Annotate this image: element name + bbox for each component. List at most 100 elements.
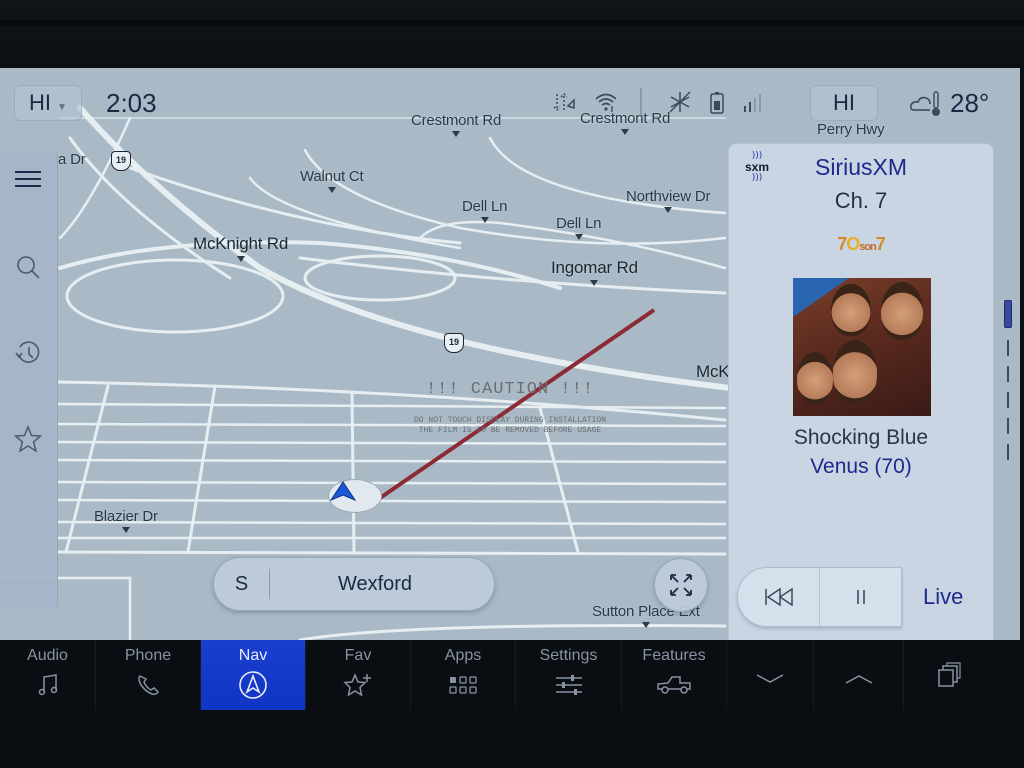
scrollbar-tick	[1007, 340, 1009, 356]
scrollbar-tick	[1007, 366, 1009, 382]
traffic-arrows-icon	[552, 90, 576, 119]
outside-temperature: 28°	[950, 88, 990, 118]
recent-apps-icon	[938, 662, 961, 687]
track-artist: Shocking Blue	[793, 426, 929, 449]
truck-icon	[657, 676, 691, 694]
road-label-ingomar-rd: Ingomar Rd	[551, 258, 638, 286]
apps-grid-icon	[449, 676, 477, 694]
hamburger-menu-icon	[15, 171, 41, 187]
map-side-panel	[0, 151, 58, 609]
nav-item-fav[interactable]: Fav	[306, 640, 411, 710]
scrollbar-tick	[1007, 392, 1009, 408]
history-icon	[15, 341, 40, 363]
nav-label: Features	[642, 647, 706, 664]
nav-item-audio[interactable]: Audio	[0, 640, 96, 710]
climate-driver-button[interactable]: HI ▼	[14, 85, 82, 121]
chevron-up-icon	[845, 675, 872, 684]
nav-item-nav[interactable]: Nav	[201, 640, 306, 710]
live-button[interactable]: Live	[923, 584, 963, 610]
rewind-button[interactable]	[738, 568, 819, 626]
road-label-mcknight-partial: McK	[696, 362, 730, 381]
clock: 2:03	[106, 88, 157, 118]
heading-indicator: S	[214, 569, 270, 599]
road-label-perry-hwy: Perry Hwy	[817, 121, 885, 138]
road-label-mcknight-rd: McKnight Rd	[193, 234, 288, 262]
menu-button[interactable]	[8, 159, 48, 199]
road	[58, 116, 132, 240]
search-button[interactable]	[8, 247, 48, 287]
climate-driver-value: HI	[29, 90, 52, 115]
chevron-down-icon	[756, 674, 784, 683]
playback-controls	[737, 567, 902, 627]
scrollbar[interactable]	[1004, 300, 1012, 470]
nav-item-settings[interactable]: Settings	[516, 640, 622, 710]
nav-label: Audio	[27, 647, 68, 664]
album-face	[797, 352, 833, 404]
road-label-dell-ln: Dell Ln	[462, 198, 507, 223]
wifi-icon	[594, 90, 618, 119]
audio-now-playing-card[interactable]: ))) sxm ))) SiriusXM Ch. 7 7Oson7 Shocki…	[728, 143, 994, 640]
album-face	[833, 340, 877, 404]
weather-cloud-thermometer-icon	[910, 90, 942, 123]
sliders-icon	[555, 675, 582, 695]
battery-icon	[709, 91, 725, 120]
road-label-dell-ln: Dell Ln	[556, 215, 601, 240]
scrollbar-thumb[interactable]	[1004, 300, 1012, 328]
road-label-partial: a Dr	[58, 151, 86, 168]
expand-map-button[interactable]	[654, 558, 708, 612]
road-label-crestmont: Crestmont Rd	[411, 112, 501, 137]
road	[56, 520, 727, 526]
favorites-button[interactable]	[8, 419, 48, 459]
nav-item-features[interactable]: Features	[622, 640, 727, 710]
album-art	[793, 278, 931, 416]
navigation-arrow-icon	[329, 481, 357, 502]
signal-strength-icon	[742, 92, 766, 119]
pause-icon	[856, 590, 865, 604]
destination-bar[interactable]: S Wexford	[213, 557, 495, 611]
scrollbar-tick	[1007, 418, 1009, 434]
caution-line-1: DO NOT TOUCH DISPLAY DURING INSTALLATION	[413, 416, 607, 425]
rewind-icon	[764, 588, 793, 606]
nav-item-apps[interactable]: Apps	[411, 640, 516, 710]
defrost-off-icon	[668, 90, 692, 119]
nav-label: Phone	[124, 647, 172, 664]
road-label-blazier-dr: Blazier Dr	[94, 508, 158, 533]
star-plus-icon	[343, 673, 371, 697]
audio-source: SiriusXM	[814, 154, 907, 180]
scroll-up-button[interactable]	[814, 640, 904, 710]
bottom-navigation-bar: Audio Phone Nav Fav Apps Settings Featur…	[0, 640, 1024, 768]
road	[186, 384, 217, 554]
road-label-walnut-ct: Walnut Ct	[300, 168, 364, 193]
road-mcknight	[58, 240, 562, 290]
recent-destinations-button[interactable]	[8, 333, 48, 373]
star-icon	[14, 425, 42, 453]
nav-label: Apps	[444, 647, 482, 664]
road	[56, 550, 727, 556]
chevron-down-icon: ▼	[57, 101, 67, 113]
station-logo: 7Oson7	[837, 234, 886, 254]
phone-icon	[138, 675, 159, 695]
road-loop	[65, 258, 285, 334]
nav-label: Nav	[238, 647, 268, 664]
road	[350, 391, 356, 554]
scroll-down-button[interactable]	[727, 640, 814, 710]
nav-label: Fav	[344, 647, 372, 664]
album-face	[831, 284, 871, 336]
navigation-icon	[239, 671, 267, 699]
us19-shield: 19	[111, 151, 131, 171]
caution-title: !!! CAUTION !!!	[425, 380, 595, 399]
channel-number: Ch. 7	[834, 188, 888, 213]
album-face	[881, 282, 923, 340]
pause-button[interactable]	[819, 568, 901, 626]
nav-label: Settings	[539, 647, 598, 664]
divider	[640, 88, 642, 121]
scrollbar-tick	[1007, 444, 1009, 460]
caution-line-2: THE FILM IS TO BE REMOVED BEFORE USAGE	[418, 426, 602, 435]
climate-passenger-button[interactable]: HI	[810, 85, 878, 121]
display-bezel	[0, 0, 1024, 68]
nav-item-phone[interactable]: Phone	[96, 640, 201, 710]
destination-name: Wexford	[337, 572, 413, 595]
track-title: Venus (70)	[810, 455, 912, 478]
road-label-northview-dr: Northview Dr	[626, 188, 710, 213]
recent-apps-button[interactable]	[904, 640, 994, 710]
